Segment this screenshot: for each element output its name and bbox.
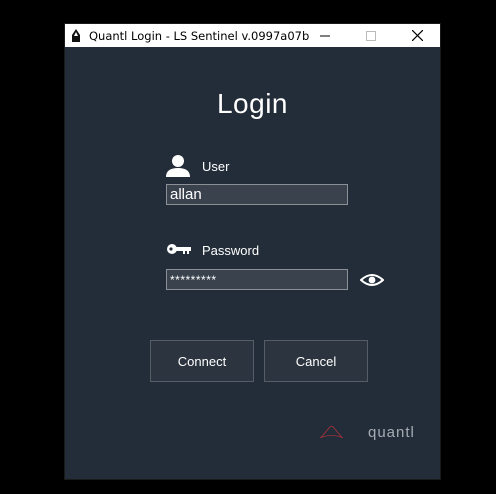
- close-button[interactable]: [394, 24, 440, 47]
- quantl-logo-icon: [320, 425, 344, 439]
- password-input[interactable]: *********: [166, 269, 348, 290]
- title-bar[interactable]: Quantl Login - LS Sentinel v.0997a07b: [65, 24, 440, 47]
- page-title: Login: [216, 88, 288, 119]
- cancel-button[interactable]: Cancel: [264, 340, 368, 382]
- app-icon: [72, 29, 80, 42]
- user-input[interactable]: allan: [166, 184, 348, 205]
- login-window: Quantl Login - LS Sentinel v.0997a07b Lo…: [65, 24, 440, 479]
- close-icon: [411, 30, 423, 41]
- maximize-button[interactable]: [348, 24, 394, 47]
- minimize-button[interactable]: [302, 24, 348, 47]
- minimize-icon: [320, 35, 330, 36]
- password-label: Password: [202, 243, 260, 258]
- brand-name: quantl: [368, 424, 415, 441]
- user-icon: [166, 155, 190, 177]
- maximize-icon: [366, 30, 376, 41]
- key-icon: [167, 244, 191, 254]
- user-label: User: [202, 159, 230, 174]
- eye-icon[interactable]: [360, 272, 384, 288]
- window-title: Quantl Login - LS Sentinel v.0997a07b: [89, 29, 310, 43]
- connect-button[interactable]: Connect: [150, 340, 254, 382]
